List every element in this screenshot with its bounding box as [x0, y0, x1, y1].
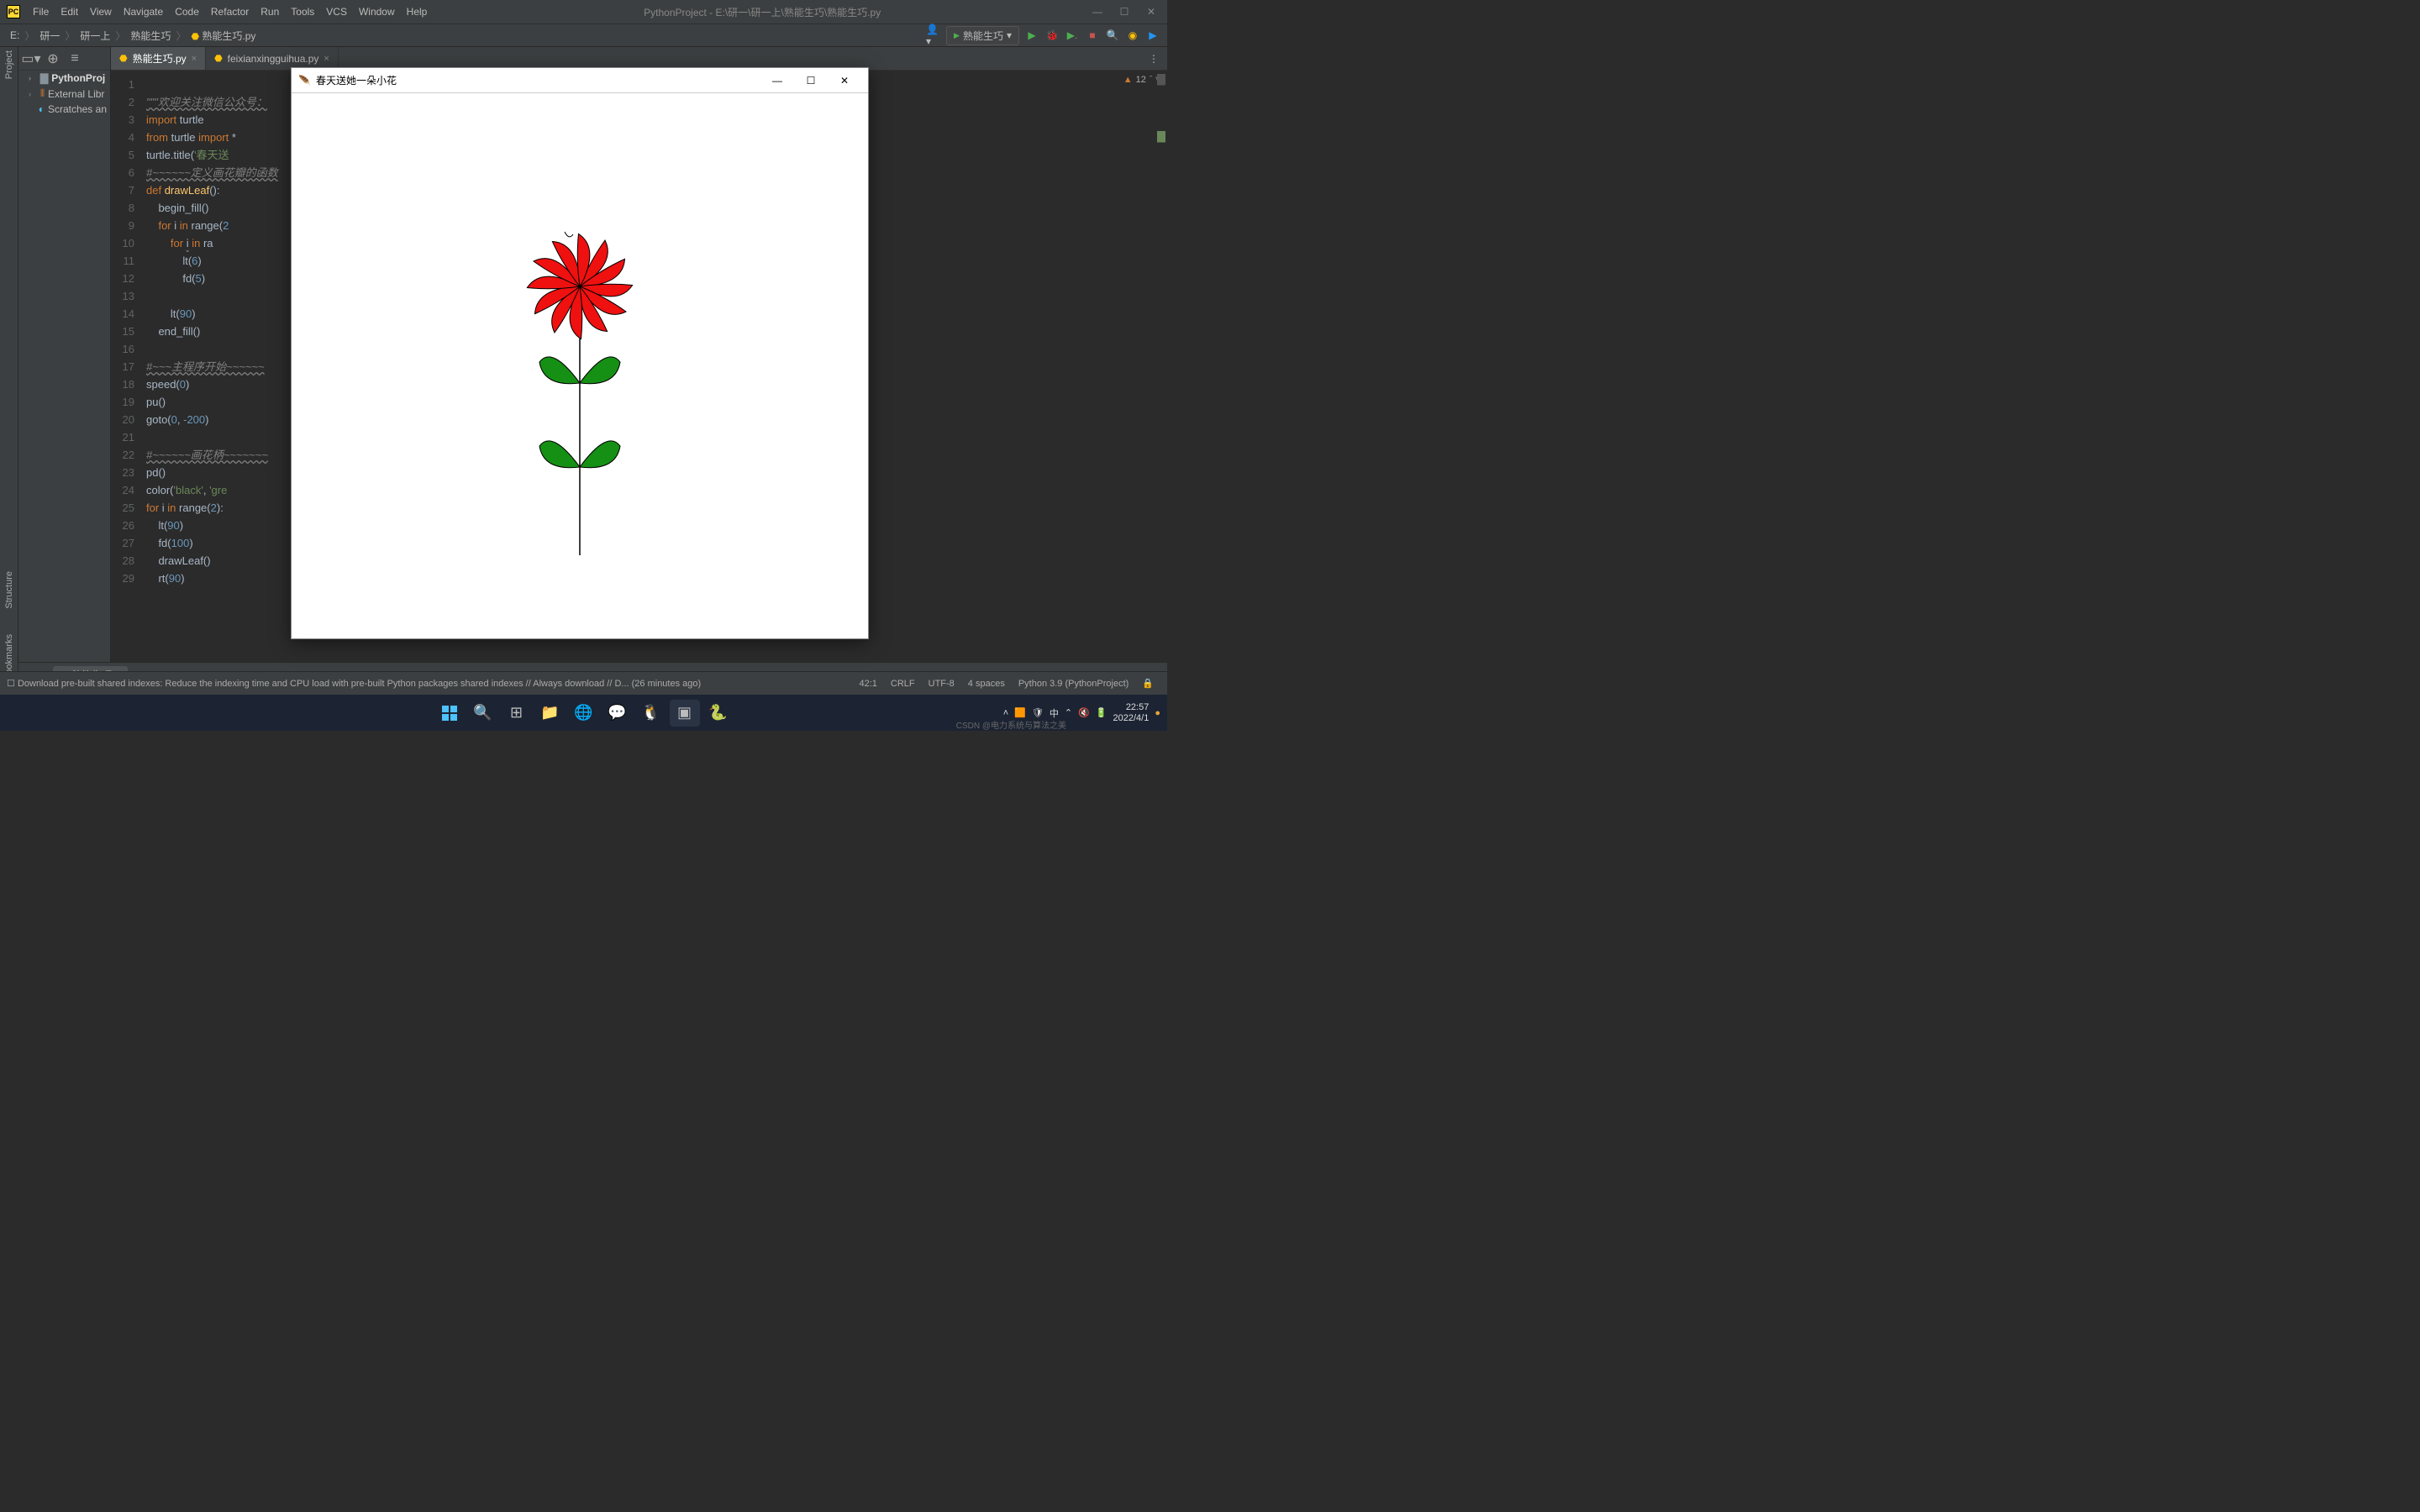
- tab-close-icon[interactable]: ×: [324, 54, 329, 64]
- turtle-canvas: [292, 93, 868, 638]
- tray-wifi-icon[interactable]: ⌃: [1065, 707, 1072, 718]
- start-icon[interactable]: [434, 700, 465, 727]
- interpreter[interactable]: Python 3.9 (PythonProject): [1012, 679, 1135, 689]
- tray-app-icon[interactable]: 🟧: [1014, 707, 1026, 718]
- lock-icon[interactable]: 🔒: [1135, 678, 1160, 689]
- app-icon-1[interactable]: 🐧: [636, 700, 666, 727]
- turtle-icon: 🪶: [298, 75, 311, 87]
- tray-clock[interactable]: 22:572022/4/1: [1113, 702, 1150, 724]
- window-title: PythonProject - E:\研一\研一上\熟能生巧\熟能生巧.py: [433, 5, 1092, 19]
- menu-navigate[interactable]: Navigate: [118, 6, 169, 18]
- left-tool-strip: Project Structure Bookmarks: [0, 47, 18, 680]
- title-bar: PC File Edit View Navigate Code Refactor…: [0, 0, 1167, 24]
- ide-update-icon[interactable]: ▶: [1145, 28, 1160, 43]
- maximize-icon[interactable]: ☐: [1118, 6, 1130, 18]
- minimize-icon[interactable]: —: [1092, 6, 1103, 18]
- nav-bar: E:〉 研一〉 研一上〉 熟能生巧〉 ⬣ 熟能生巧.py 👤▾ 熟能生巧 ▾ ▶…: [0, 24, 1167, 47]
- python-icon[interactable]: 🐍: [703, 700, 734, 727]
- caret-position[interactable]: 42:1: [852, 679, 883, 689]
- debug-icon[interactable]: 🐞: [1044, 28, 1060, 43]
- tree-external-libs[interactable]: ›⫴ External Libr: [18, 86, 110, 102]
- menu-edit[interactable]: Edit: [55, 6, 84, 18]
- search-icon[interactable]: 🔍: [1105, 28, 1120, 43]
- error-stripe[interactable]: [1157, 74, 1165, 643]
- system-tray[interactable]: ˄ 🟧 🛡 中 ⌃ 🔇 🔋 22:572022/4/1 ●: [1003, 702, 1160, 724]
- menu-code[interactable]: Code: [169, 6, 205, 18]
- settings-icon[interactable]: ◉: [1125, 28, 1140, 43]
- task-view-icon[interactable]: ⊞: [502, 700, 532, 727]
- turtle-title-text: 春天送她一朵小花: [316, 73, 397, 87]
- turtle-window[interactable]: 🪶 春天送她一朵小花 — ☐ ✕: [291, 67, 869, 639]
- notification-icon[interactable]: ☐: [7, 678, 15, 689]
- stop-icon[interactable]: ■: [1085, 28, 1100, 43]
- menu-vcs[interactable]: VCS: [320, 6, 353, 18]
- tray-volume-icon[interactable]: 🔇: [1078, 707, 1090, 718]
- turtle-titlebar[interactable]: 🪶 春天送她一朵小花 — ☐ ✕: [292, 68, 868, 93]
- crumb-2[interactable]: 研一上: [76, 29, 113, 43]
- menu-file[interactable]: File: [27, 6, 55, 18]
- explorer-icon[interactable]: 📁: [535, 700, 566, 727]
- tray-shield-icon[interactable]: 🛡: [1032, 707, 1044, 718]
- chat-icon[interactable]: 💬: [602, 700, 633, 727]
- tray-ime-icon[interactable]: 中: [1050, 706, 1059, 720]
- project-select-icon[interactable]: ▭▾: [24, 51, 39, 66]
- tab-close-icon[interactable]: ×: [192, 54, 197, 64]
- turtle-maximize-icon[interactable]: ☐: [794, 75, 828, 87]
- tray-notif-icon[interactable]: ●: [1155, 708, 1160, 718]
- crumb-1[interactable]: 研一: [36, 29, 63, 43]
- locate-icon[interactable]: ⊕: [45, 51, 60, 66]
- crumb-root[interactable]: E:: [7, 29, 23, 41]
- pycharm-icon[interactable]: ▣: [670, 700, 700, 727]
- user-icon[interactable]: 👤▾: [926, 28, 941, 43]
- close-icon[interactable]: ✕: [1145, 6, 1157, 18]
- indent[interactable]: 4 spaces: [961, 679, 1012, 689]
- search-icon[interactable]: 🔍: [468, 700, 498, 727]
- edge-icon[interactable]: 🌐: [569, 700, 599, 727]
- menu-view[interactable]: View: [84, 6, 118, 18]
- crumb-file[interactable]: ⬣ 熟能生巧.py: [187, 29, 259, 43]
- windows-taskbar: 🔍 ⊞ 📁 🌐 💬 🐧 ▣ 🐍 CSDN @电力系统与算法之美 ˄ 🟧 🛡 中 …: [0, 695, 1167, 731]
- project-tree: ▭▾ ⊕ ≡ ›▇ PythonProj ›⫴ External Libr ◐ …: [18, 47, 111, 680]
- menu-run[interactable]: Run: [255, 6, 285, 18]
- tab-file-1[interactable]: ⬣熟能生巧.py×: [111, 47, 206, 70]
- status-bar: ☐ Download pre-built shared indexes: Red…: [0, 671, 1167, 695]
- app-icon: PC: [7, 5, 20, 18]
- menu-help[interactable]: Help: [401, 6, 434, 18]
- structure-tool-button[interactable]: Structure: [4, 571, 14, 609]
- turtle-minimize-icon[interactable]: —: [760, 75, 794, 87]
- tree-scratches[interactable]: ◐ Scratches an: [18, 102, 110, 117]
- tree-project-root[interactable]: ›▇ PythonProj: [18, 71, 110, 86]
- coverage-icon[interactable]: ▶.: [1065, 28, 1080, 43]
- project-tool-button[interactable]: Project: [4, 50, 14, 79]
- expand-icon[interactable]: ≡: [67, 51, 82, 66]
- run-config-selector[interactable]: 熟能生巧 ▾: [946, 26, 1019, 45]
- encoding[interactable]: UTF-8: [922, 679, 961, 689]
- menu-refactor[interactable]: Refactor: [205, 6, 255, 18]
- menu-window[interactable]: Window: [353, 6, 401, 18]
- crumb-3[interactable]: 熟能生巧: [127, 29, 174, 43]
- tray-battery-icon[interactable]: 🔋: [1096, 707, 1107, 718]
- status-message[interactable]: Download pre-built shared indexes: Reduc…: [18, 679, 701, 689]
- menu-tools[interactable]: Tools: [285, 6, 320, 18]
- run-icon[interactable]: ▶: [1024, 28, 1039, 43]
- tab-file-2[interactable]: ⬣feixianxingguihua.py×: [206, 47, 339, 70]
- turtle-close-icon[interactable]: ✕: [828, 75, 861, 87]
- line-separator[interactable]: CRLF: [884, 679, 922, 689]
- editor-more-icon[interactable]: ⋮: [1140, 47, 1167, 70]
- tray-up-icon[interactable]: ˄: [1003, 708, 1008, 718]
